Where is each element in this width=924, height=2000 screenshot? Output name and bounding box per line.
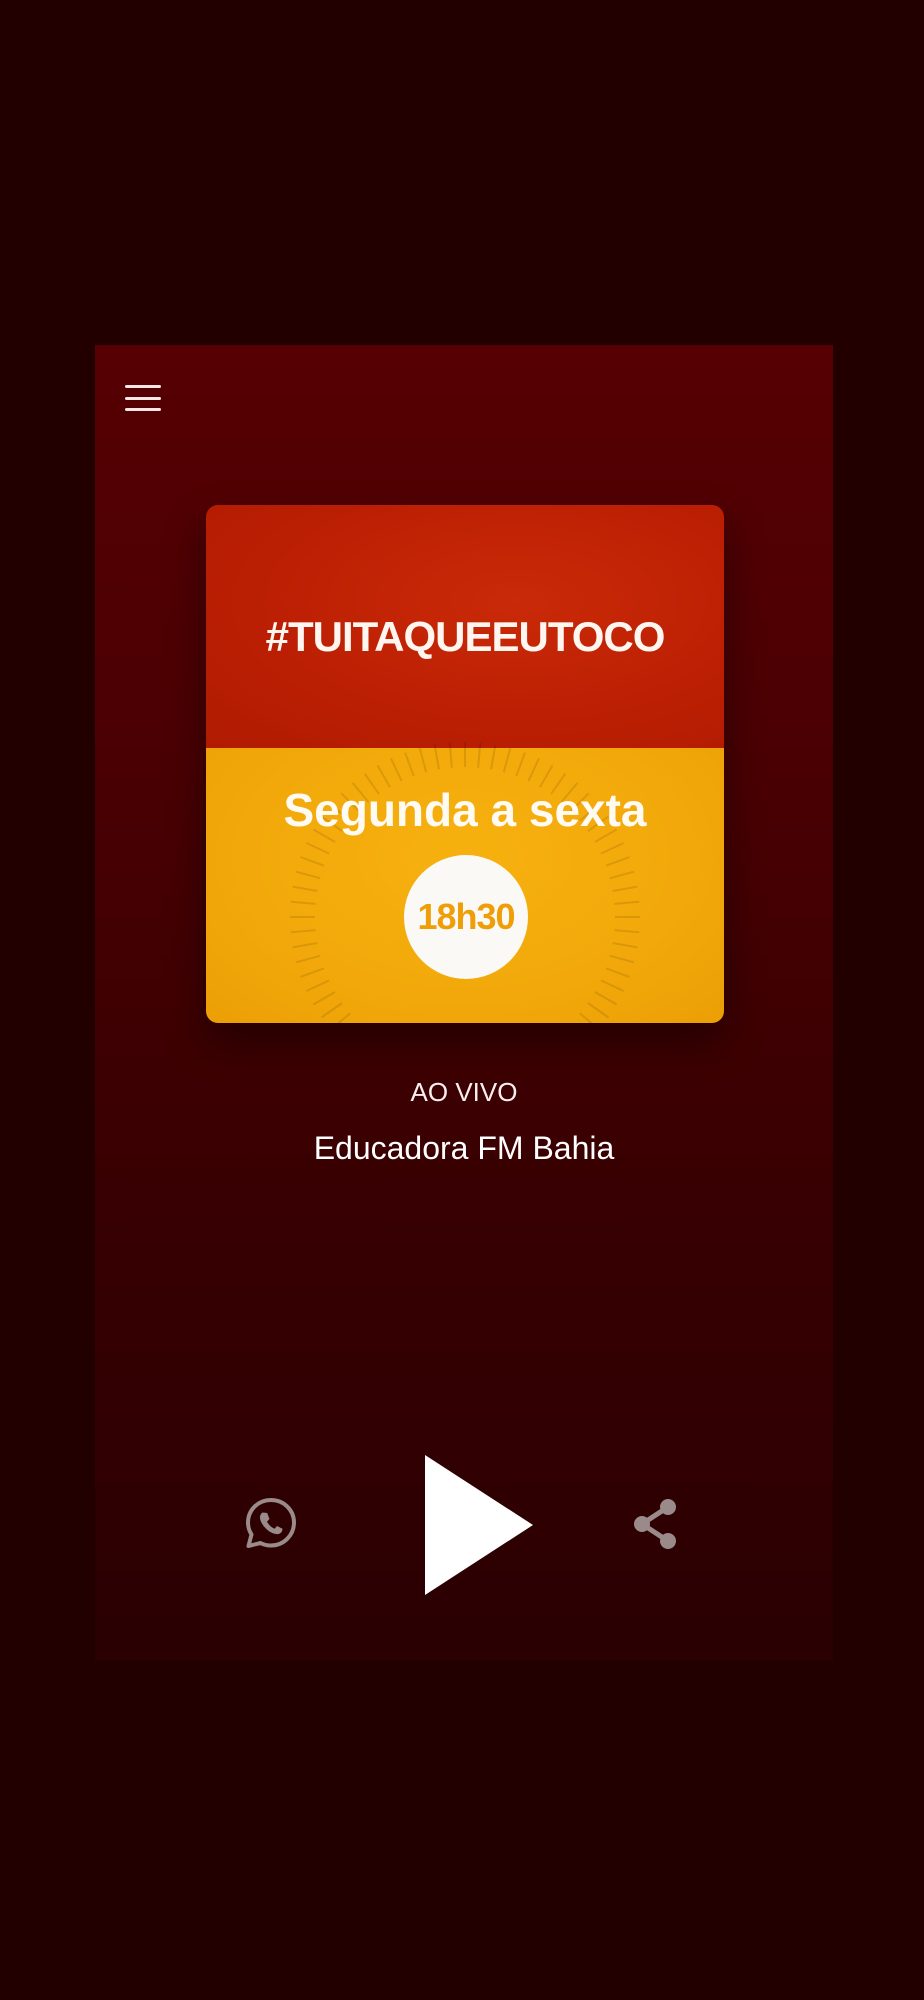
- whatsapp-icon: [246, 1498, 296, 1548]
- whatsapp-button[interactable]: [243, 1495, 299, 1551]
- live-label: AO VIVO: [410, 1077, 518, 1107]
- artwork-time: 18h30: [417, 896, 515, 937]
- player-panel: #TUITAQUEEUTOCO Segunda a sexta 18h30 AO…: [95, 345, 833, 1660]
- share-button[interactable]: [630, 1497, 680, 1551]
- hamburger-menu-icon: [125, 385, 161, 388]
- play-icon: [425, 1455, 533, 1595]
- artwork-time-badge: 18h30: [404, 855, 528, 979]
- menu-button[interactable]: [125, 383, 165, 413]
- artwork-days: Segunda a sexta: [283, 784, 647, 836]
- share-icon: [634, 1499, 676, 1549]
- album-artwork: #TUITAQUEEUTOCO Segunda a sexta 18h30: [206, 505, 724, 1023]
- play-button[interactable]: [420, 1455, 540, 1595]
- artwork-hashtag: #TUITAQUEEUTOCO: [265, 613, 666, 660]
- station-name: Educadora FM Bahia: [313, 1130, 615, 1166]
